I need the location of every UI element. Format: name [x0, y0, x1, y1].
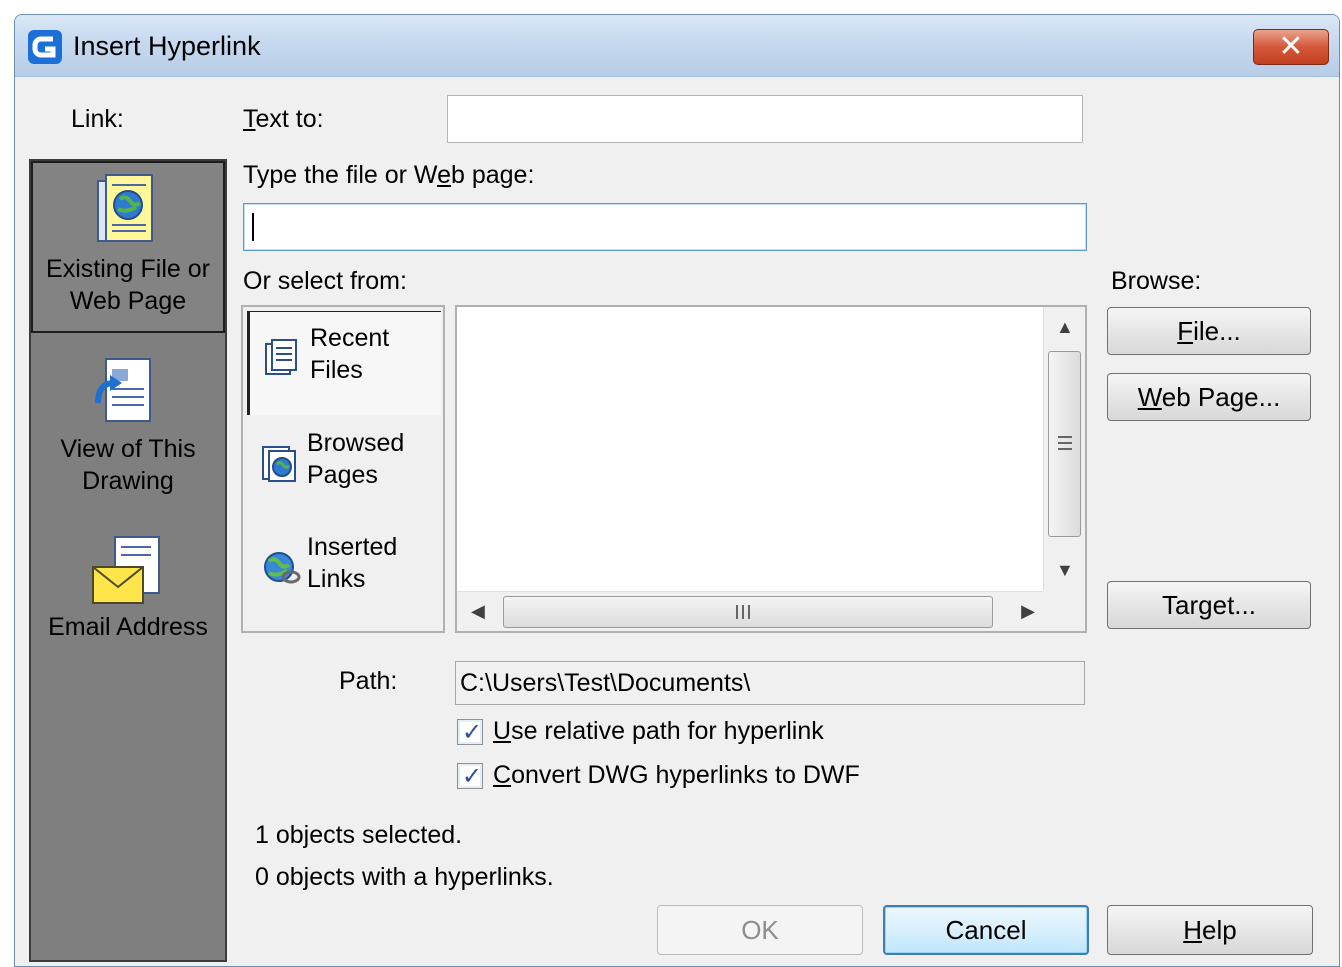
path-field: C:\Users\Test\Documents\ — [455, 661, 1085, 705]
insert-hyperlink-dialog: Insert Hyperlink ✕ Link: Existing File o… — [14, 14, 1340, 967]
scroll-up-icon[interactable]: ▲ — [1056, 317, 1074, 338]
help-button[interactable]: Help — [1107, 905, 1313, 955]
cancel-button[interactable]: Cancel — [883, 905, 1089, 955]
source-recent-label-2: Files — [310, 356, 363, 384]
horizontal-scroll-thumb[interactable] — [503, 596, 993, 628]
target-button[interactable]: Target... — [1107, 581, 1311, 629]
view-drawing-icon — [95, 358, 151, 422]
convert-dwg-label[interactable]: Convert DWG hyperlinks to DWF — [493, 761, 860, 790]
file-list[interactable]: ▲ ▼ ◀ ▶ — [455, 305, 1087, 633]
close-icon: ✕ — [1278, 30, 1304, 63]
link-bar: Existing File or Web Page View of This D… — [29, 159, 227, 962]
link-view-label-1: View of This — [60, 435, 196, 463]
email-icon — [92, 536, 160, 604]
source-inserted-label-2: Links — [307, 565, 366, 593]
link-email-label: Email Address — [48, 613, 208, 641]
vertical-scrollbar[interactable]: ▲ ▼ — [1043, 307, 1085, 591]
browse-web-page-button[interactable]: Web Page... — [1107, 373, 1311, 421]
link-existing-file-label-1: Existing File or — [46, 255, 210, 283]
dialog-body: Link: Existing File or Web Page View of … — [15, 77, 1339, 966]
browse-label: Browse: — [1111, 267, 1202, 295]
path-label: Path: — [339, 667, 398, 695]
relative-path-label[interactable]: Use relative path for hyperlink — [493, 717, 824, 746]
scroll-corner — [1043, 591, 1085, 631]
link-existing-file[interactable]: Existing File or Web Page — [31, 161, 225, 333]
scroll-right-icon[interactable]: ▶ — [1021, 601, 1035, 622]
window-title: Insert Hyperlink — [73, 31, 261, 61]
web-page-label: Type the file or Web page: — [243, 161, 535, 189]
select-from-label: Or select from: — [243, 267, 407, 295]
link-existing-file-label-2: Web Page — [69, 287, 187, 315]
horizontal-scrollbar[interactable]: ◀ ▶ — [457, 591, 1043, 631]
objects-with-hyperlinks-status: 0 objects with a hyperlinks. — [255, 863, 554, 891]
title-bar[interactable]: Insert Hyperlink ✕ — [15, 15, 1339, 77]
browse-file-button[interactable]: File... — [1107, 307, 1311, 355]
source-browsed-label-1: Browsed — [307, 429, 405, 457]
source-recent-label-1: Recent — [310, 324, 390, 352]
source-recent-files[interactable]: Recent Files — [247, 311, 441, 415]
web-page-input[interactable] — [243, 203, 1087, 251]
inserted-links-icon — [264, 552, 301, 584]
link-email-address[interactable]: Email Address — [31, 535, 225, 665]
browsed-pages-icon — [262, 446, 296, 482]
close-button[interactable]: ✕ — [1253, 29, 1329, 65]
text-caret — [252, 213, 254, 241]
source-panel: Recent Files Browsed Pages Inserted Link… — [241, 305, 445, 633]
text-to-input[interactable] — [447, 95, 1083, 143]
link-view-of-drawing[interactable]: View of This Drawing — [31, 357, 225, 527]
scroll-left-icon[interactable]: ◀ — [471, 601, 485, 622]
scroll-down-icon[interactable]: ▼ — [1056, 560, 1074, 581]
app-logo-icon — [28, 30, 62, 64]
relative-path-checkbox[interactable] — [457, 718, 483, 746]
objects-selected-status: 1 objects selected. — [255, 821, 463, 849]
source-inserted-label-1: Inserted — [307, 533, 398, 561]
link-view-label-2: Drawing — [82, 467, 174, 495]
source-inserted-links[interactable]: Inserted Links — [247, 521, 441, 625]
vertical-scroll-thumb[interactable] — [1048, 351, 1081, 537]
existing-file-icon — [97, 174, 153, 242]
text-to-label: Text to: — [243, 105, 324, 133]
source-browsed-pages[interactable]: Browsed Pages — [247, 417, 441, 521]
recent-files-icon — [265, 339, 297, 375]
source-browsed-label-2: Pages — [307, 461, 378, 489]
link-label: Link: — [71, 105, 124, 133]
ok-button[interactable]: OK — [657, 905, 863, 955]
convert-dwg-checkbox[interactable] — [457, 762, 483, 790]
